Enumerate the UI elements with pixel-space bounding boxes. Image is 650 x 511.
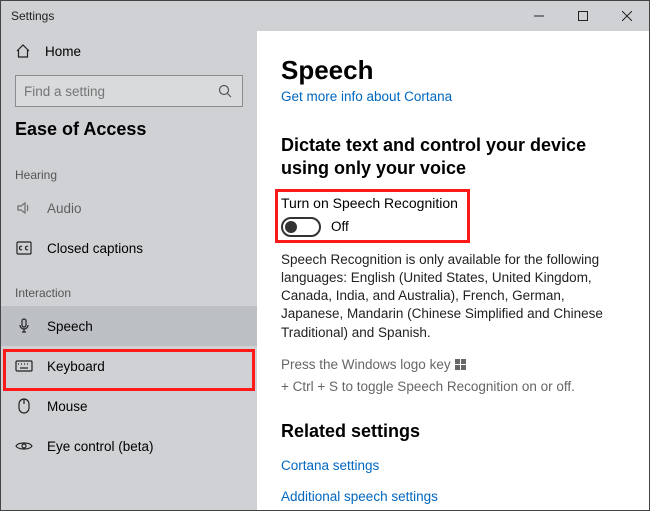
page-title: Speech: [281, 55, 625, 86]
search-icon: [218, 84, 234, 98]
sidebar-item-keyboard[interactable]: Keyboard: [1, 346, 257, 386]
dictate-heading: Dictate text and control your device usi…: [281, 134, 625, 181]
group-hearing: Hearing: [1, 150, 257, 188]
cc-icon: [15, 241, 33, 255]
maximize-button[interactable]: [561, 1, 605, 31]
sidebar-item-mouse[interactable]: Mouse: [1, 386, 257, 426]
speech-recognition-toggle[interactable]: [281, 217, 321, 237]
toggle-label: Turn on Speech Recognition: [281, 195, 625, 211]
window-title: Settings: [11, 9, 54, 23]
sidebar-item-label: Keyboard: [47, 359, 105, 374]
sidebar-item-label: Audio: [47, 201, 82, 216]
search-input[interactable]: [24, 84, 218, 99]
nav-home-label: Home: [45, 44, 81, 59]
windows-logo-icon: [455, 359, 466, 370]
sidebar-item-label: Speech: [47, 319, 93, 334]
section-title: Ease of Access: [1, 113, 257, 150]
sidebar-item-label: Mouse: [47, 399, 88, 414]
availability-text: Speech Recognition is only available for…: [281, 251, 625, 342]
sidebar-item-closed-captions[interactable]: Closed captions: [1, 228, 257, 268]
search-box[interactable]: [15, 75, 243, 107]
eye-icon: [15, 440, 33, 452]
cortana-settings-link[interactable]: Cortana settings: [281, 458, 625, 473]
toggle-state: Off: [331, 219, 349, 234]
home-icon: [15, 43, 31, 59]
sidebar-item-audio[interactable]: Audio: [1, 188, 257, 228]
mouse-icon: [15, 398, 33, 414]
shortcut-hint: Press the Windows logo key + Ctrl + S to…: [281, 356, 625, 396]
titlebar: Settings: [1, 1, 649, 31]
sidebar-item-speech[interactable]: Speech: [1, 306, 257, 346]
close-button[interactable]: [605, 1, 649, 31]
additional-speech-link[interactable]: Additional speech settings: [281, 489, 625, 504]
speaker-icon: [15, 200, 33, 216]
related-heading: Related settings: [281, 420, 625, 443]
minimize-button[interactable]: [517, 1, 561, 31]
group-interaction: Interaction: [1, 268, 257, 306]
main-panel: Speech Get more info about Cortana Dicta…: [257, 31, 649, 510]
keyboard-icon: [15, 360, 33, 372]
nav-home[interactable]: Home: [1, 31, 257, 71]
microphone-icon: [15, 318, 33, 334]
sidebar: Home Ease of Access Hearing Audio Closed…: [1, 31, 257, 510]
sidebar-item-eye-control[interactable]: Eye control (beta): [1, 426, 257, 466]
cortana-info-link[interactable]: Get more info about Cortana: [281, 89, 452, 104]
toggle-knob: [285, 221, 297, 233]
sidebar-item-label: Eye control (beta): [47, 439, 154, 454]
sidebar-item-label: Closed captions: [47, 241, 143, 256]
